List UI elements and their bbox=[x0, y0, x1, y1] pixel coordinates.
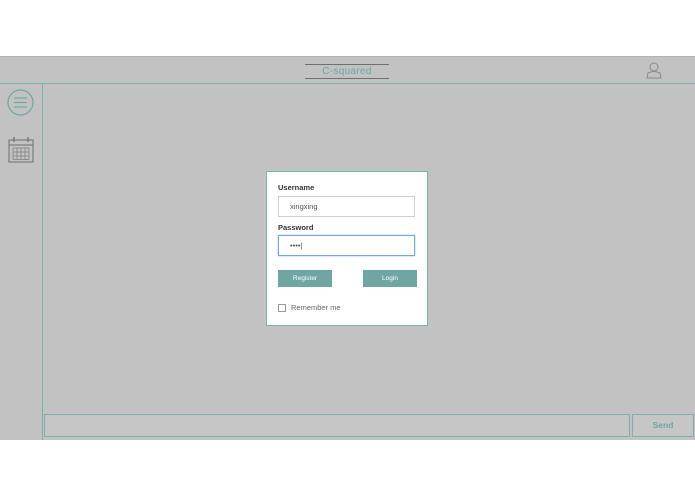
password-field[interactable]: ••••| bbox=[278, 235, 415, 256]
login-dialog: Username xingxing Password ••••| Registe… bbox=[266, 171, 428, 326]
remember-checkbox[interactable] bbox=[278, 303, 286, 312]
calendar-icon[interactable] bbox=[8, 136, 34, 163]
app-window: C-squared Username xingxing Password •••… bbox=[0, 56, 695, 440]
top-bar: C-squared bbox=[0, 57, 695, 84]
send-button[interactable]: Send bbox=[632, 414, 694, 437]
username-field[interactable]: xingxing bbox=[278, 196, 415, 217]
menu-icon[interactable] bbox=[7, 89, 34, 116]
remember-label: Remember me bbox=[291, 303, 341, 312]
user-icon[interactable] bbox=[645, 61, 663, 79]
register-button[interactable]: Register bbox=[278, 270, 332, 287]
message-input[interactable] bbox=[44, 414, 630, 437]
sidebar bbox=[0, 84, 43, 440]
username-label: Username bbox=[278, 183, 315, 192]
password-label: Password bbox=[278, 223, 314, 232]
remember-me[interactable]: Remember me bbox=[278, 303, 341, 312]
login-button[interactable]: Login bbox=[363, 270, 417, 287]
brand-logo[interactable]: C-squared bbox=[305, 64, 389, 79]
